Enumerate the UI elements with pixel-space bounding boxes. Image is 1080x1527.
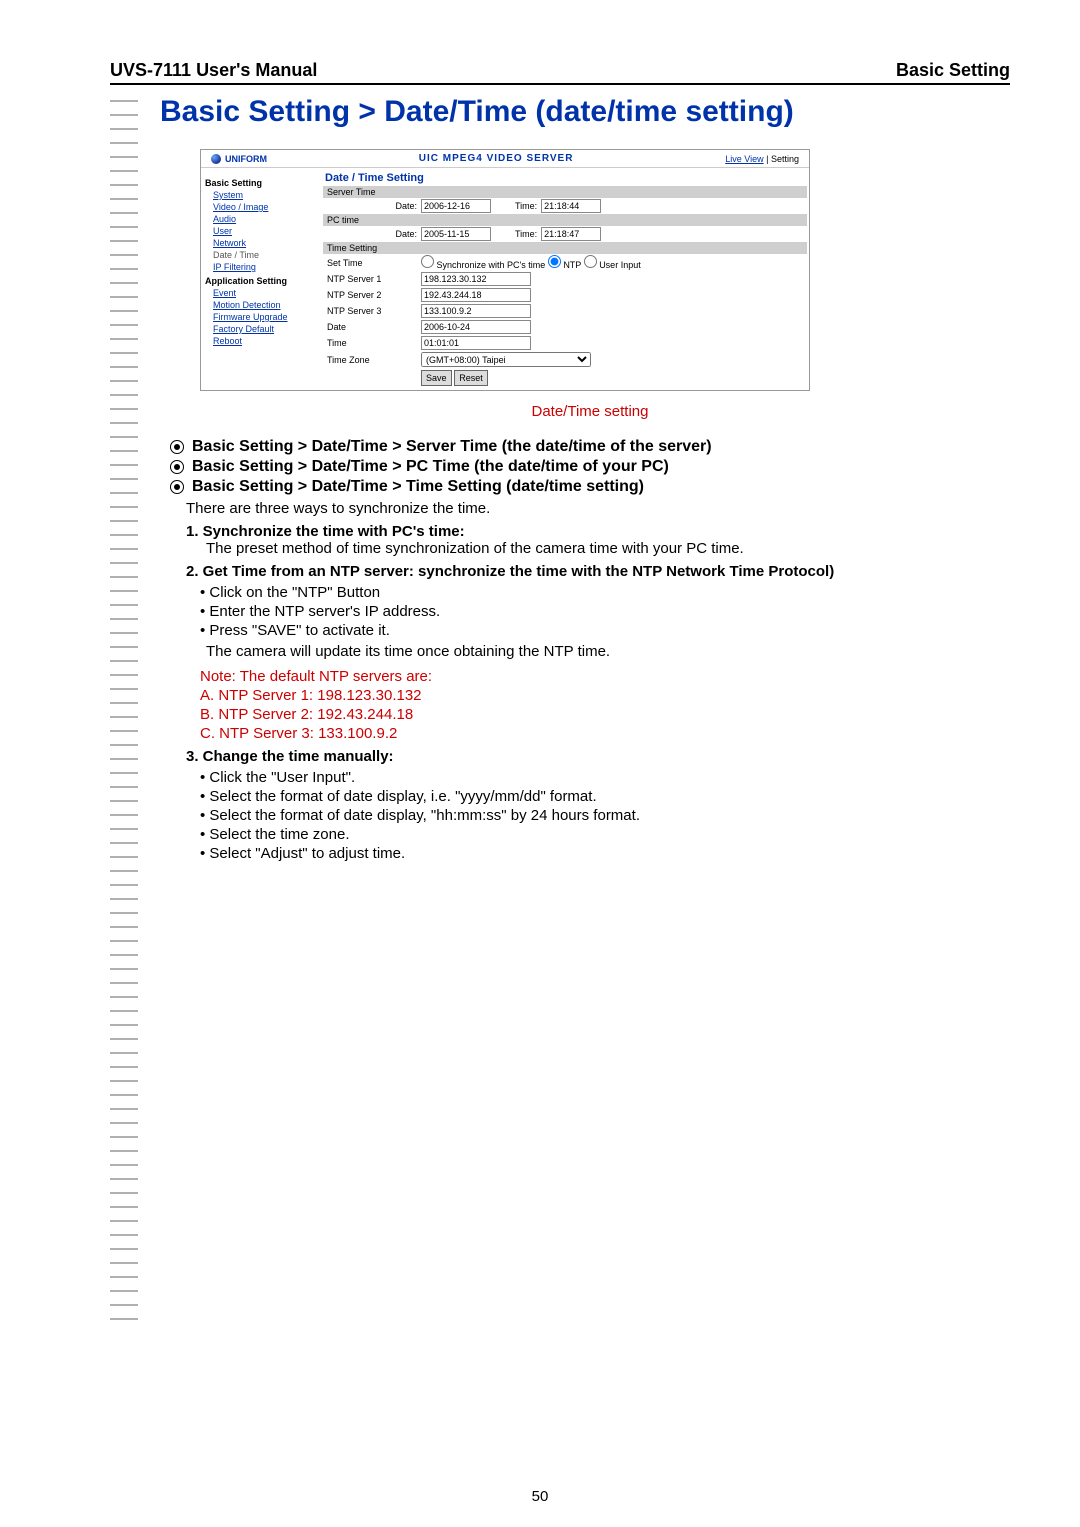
sidebar-section-app: Application Setting — [205, 276, 317, 286]
set-time-label: Set Time — [327, 258, 417, 268]
sidebar: Basic Setting System Video / Image Audio… — [201, 168, 321, 390]
sub-bullet: Select "Adjust" to adjust time. — [200, 845, 1020, 862]
server-time-label: Time: — [515, 201, 537, 211]
bullet-icon — [170, 480, 184, 494]
note-c: C. NTP Server 3: 133.100.9.2 — [200, 725, 1020, 742]
radio-user-input[interactable]: User Input — [584, 260, 641, 270]
sidebar-item-factory[interactable]: Factory Default — [213, 324, 317, 334]
step-3-bullets: Click the "User Input". Select the forma… — [200, 769, 1020, 862]
sidebar-section-basic: Basic Setting — [205, 178, 317, 188]
time-setting-header: Time Setting — [323, 242, 807, 254]
sub-bullet: Select the format of date display, "hh:m… — [200, 807, 1020, 824]
pc-date-input[interactable] — [421, 227, 491, 241]
radio-ntp[interactable]: NTP — [548, 260, 581, 270]
date-input[interactable] — [421, 320, 531, 334]
sidebar-item-network[interactable]: Network — [213, 238, 317, 248]
sidebar-item-datetime: Date / Time — [213, 250, 317, 260]
sidebar-item-firmware[interactable]: Firmware Upgrade — [213, 312, 317, 322]
ntp2-input[interactable] — [421, 288, 531, 302]
sub-bullet: Enter the NTP server's IP address. — [200, 603, 1020, 620]
page-number: 50 — [532, 1488, 549, 1505]
sub-bullet: Select the time zone. — [200, 826, 1020, 843]
sub-bullet: Click on the "NTP" Button — [200, 584, 1020, 601]
step-2-bullets: Click on the "NTP" Button Enter the NTP … — [200, 584, 1020, 639]
server-time-header: Server Time — [323, 186, 807, 198]
document-header: UVS-7111 User's Manual Basic Setting — [110, 60, 1010, 85]
figure-caption: Date/Time setting — [160, 403, 1020, 420]
bullet-icon — [170, 460, 184, 474]
live-view-link[interactable]: Live View — [725, 154, 763, 164]
page-title: Basic Setting > Date/Time (date/time set… — [160, 95, 1020, 129]
sidebar-item-ipfilter[interactable]: IP Filtering — [213, 262, 317, 272]
save-button[interactable]: Save — [421, 370, 452, 386]
note-head: Note: The default NTP servers are: — [200, 668, 1020, 685]
intro-text: There are three ways to synchronize the … — [186, 500, 1020, 517]
screenshot-header: UNIFORM UIC MPEG4 VIDEO SERVER Live View… — [201, 150, 809, 168]
sidebar-item-user[interactable]: User — [213, 226, 317, 236]
logo-icon — [211, 154, 221, 164]
ntp-note: Note: The default NTP servers are: A. NT… — [200, 668, 1020, 742]
sidebar-item-motion[interactable]: Motion Detection — [213, 300, 317, 310]
server-date-label: Date: — [327, 201, 417, 211]
tz-select[interactable]: (GMT+08:00) Taipei — [421, 352, 591, 367]
sub-bullet: Press "SAVE" to activate it. — [200, 622, 1020, 639]
header-links: Live View | Setting — [725, 154, 799, 164]
sidebar-item-reboot[interactable]: Reboot — [213, 336, 317, 346]
decorative-stripes — [110, 100, 138, 1330]
tz-label: Time Zone — [327, 355, 417, 365]
bullet-1: Basic Setting > Date/Time > Server Time … — [192, 438, 712, 456]
bullet-3: Basic Setting > Date/Time > Time Setting… — [192, 478, 644, 496]
server-date-input[interactable] — [421, 199, 491, 213]
brand-logo: UNIFORM — [211, 154, 267, 164]
step-2-head: 2. Get Time from an NTP server: synchron… — [186, 563, 1020, 580]
pc-date-label: Date: — [327, 229, 417, 239]
time-input[interactable] — [421, 336, 531, 350]
pc-time-header: PC time — [323, 214, 807, 226]
logo-text: UNIFORM — [225, 154, 267, 164]
setting-link: Setting — [771, 154, 799, 164]
time-label: Time — [327, 338, 417, 348]
sidebar-item-event[interactable]: Event — [213, 288, 317, 298]
topic-bullets: Basic Setting > Date/Time > Server Time … — [170, 438, 1020, 496]
server-title: UIC MPEG4 VIDEO SERVER — [419, 153, 574, 164]
bullet-icon — [170, 440, 184, 454]
step-2-after: The camera will update its time once obt… — [206, 643, 1020, 660]
radio-sync-pc[interactable]: Synchronize with PC's time — [421, 260, 545, 270]
sidebar-item-system[interactable]: System — [213, 190, 317, 200]
step-3-head: 3. Change the time manually: — [186, 748, 1020, 765]
ntp3-label: NTP Server 3 — [327, 306, 417, 316]
ntp3-input[interactable] — [421, 304, 531, 318]
ntp1-label: NTP Server 1 — [327, 274, 417, 284]
sub-bullet: Click the "User Input". — [200, 769, 1020, 786]
pc-time-label: Time: — [515, 229, 537, 239]
ntp2-label: NTP Server 2 — [327, 290, 417, 300]
embedded-screenshot: UNIFORM UIC MPEG4 VIDEO SERVER Live View… — [200, 149, 810, 391]
step-1-head: 1. Synchronize the time with PC's time: — [186, 523, 1020, 540]
date-label: Date — [327, 322, 417, 332]
main-panel: Date / Time Setting Server Time Date: Ti… — [321, 168, 809, 390]
ntp1-input[interactable] — [421, 272, 531, 286]
sidebar-item-audio[interactable]: Audio — [213, 214, 317, 224]
step-1-body: The preset method of time synchronizatio… — [206, 540, 1020, 557]
bullet-2: Basic Setting > Date/Time > PC Time (the… — [192, 458, 669, 476]
reset-button[interactable]: Reset — [454, 370, 488, 386]
note-b: B. NTP Server 2: 192.43.244.18 — [200, 706, 1020, 723]
server-time-input[interactable] — [541, 199, 601, 213]
sub-bullet: Select the format of date display, i.e. … — [200, 788, 1020, 805]
note-a: A. NTP Server 1: 198.123.30.132 — [200, 687, 1020, 704]
sidebar-item-video[interactable]: Video / Image — [213, 202, 317, 212]
header-right: Basic Setting — [896, 60, 1010, 81]
panel-title: Date / Time Setting — [323, 170, 807, 186]
pc-time-input[interactable] — [541, 227, 601, 241]
header-left: UVS-7111 User's Manual — [110, 60, 317, 81]
